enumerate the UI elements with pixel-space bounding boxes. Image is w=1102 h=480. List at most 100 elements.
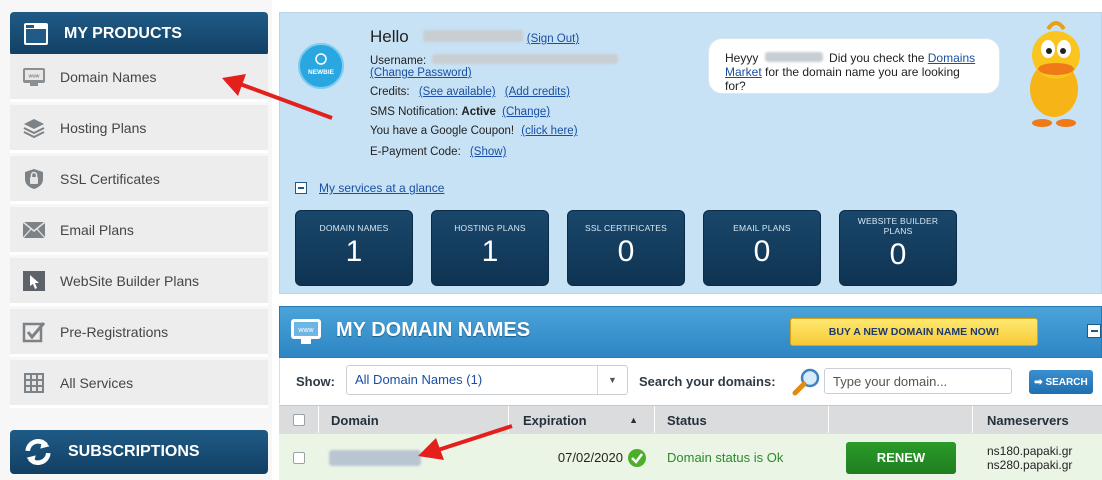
see-available-link[interactable]: (See available)	[419, 86, 496, 98]
cursor-icon	[23, 270, 45, 291]
coupon-link[interactable]: (click here)	[521, 125, 577, 137]
expiration-date: 07/02/2020	[557, 450, 623, 465]
sms-line: SMS Notification: Active (Change)	[370, 106, 550, 118]
sidebar-item-domain-names[interactable]: www Domain Names	[10, 54, 268, 102]
collapse-icon	[295, 182, 307, 194]
subscriptions-title: SUBSCRIPTIONS	[68, 443, 200, 460]
tile-domain-names[interactable]: DOMAIN NAMES 1	[295, 210, 413, 286]
select-all-cell	[279, 406, 319, 434]
search-icon	[792, 368, 820, 396]
sidebar-item-email-plans[interactable]: Email Plans	[10, 207, 268, 255]
bubble-text-1: Did you check the	[829, 51, 925, 65]
search-domain-input[interactable]	[824, 368, 1012, 394]
sms-status: Active	[461, 106, 496, 118]
sidebar-item-label: Pre-Registrations	[60, 323, 169, 340]
buy-domain-button[interactable]: BUY A NEW DOMAIN NAME NOW!	[790, 318, 1038, 346]
column-domain[interactable]: Domain	[319, 406, 509, 434]
collapse-section-icon[interactable]	[1087, 324, 1101, 338]
username-label: Username:	[370, 55, 427, 67]
sms-change-link[interactable]: (Change)	[502, 106, 550, 118]
tile-count: 1	[481, 235, 499, 268]
grid-icon	[24, 372, 44, 393]
sidebar-item-label: Email Plans	[60, 221, 134, 238]
domain-filter-bar: Show: All Domain Names (1) ▼ Search your…	[279, 358, 1102, 404]
show-filter-value: All Domain Names (1)	[355, 372, 483, 387]
redacted-name	[422, 30, 523, 42]
tile-label: HOSTING PLANS	[454, 223, 526, 233]
folder-icon	[24, 23, 48, 45]
tile-count: 0	[753, 235, 771, 268]
domain-names-header: www MY DOMAIN NAMES BUY A NEW DOMAIN NAM…	[279, 306, 1102, 358]
sidebar-item-label: WebSite Builder Plans	[60, 272, 200, 289]
sms-label: SMS Notification:	[370, 106, 459, 118]
select-all-checkbox[interactable]	[292, 414, 305, 426]
domain-names-title: MY DOMAIN NAMES	[336, 319, 531, 341]
nameserver-1: ns180.papaki.gr	[987, 443, 1073, 458]
search-button[interactable]: ➡ SEARCH	[1029, 370, 1093, 394]
domain-table-header: Domain Expiration ▲ Status Nameservers	[279, 405, 1102, 434]
row-checkbox[interactable]	[293, 451, 305, 464]
coupon-text: You have a Google Coupon!	[370, 125, 515, 137]
search-label: Search your domains:	[639, 374, 776, 389]
username-line: Username: (Change Password)	[370, 54, 660, 79]
mascot-speech-bubble: Heyyy Did you check the Domains Market f…	[708, 38, 1000, 94]
newbie-badge-icon	[298, 43, 344, 89]
tile-label: EMAIL PLANS	[733, 223, 791, 233]
sidebar-item-label: SSL Certificates	[60, 170, 160, 187]
chevron-down-icon: ▼	[597, 366, 627, 394]
check-circle-icon	[628, 448, 646, 467]
svg-text:www: www	[29, 73, 40, 79]
services-glance-toggle[interactable]: My services at a glance	[295, 181, 444, 195]
hello-text: Hello	[370, 27, 409, 46]
change-password-link[interactable]: (Change Password)	[370, 67, 472, 79]
tile-email-plans[interactable]: EMAIL PLANS 0	[703, 210, 821, 286]
redacted-bubble-name	[764, 52, 823, 62]
epayment-label: E-Payment Code:	[370, 146, 461, 158]
services-glance-link[interactable]: My services at a glance	[319, 181, 444, 195]
column-nameservers[interactable]: Nameservers	[973, 406, 1102, 434]
show-filter-select[interactable]: All Domain Names (1) ▼	[346, 365, 628, 395]
sidebar-item-website-builder-plans[interactable]: WebSite Builder Plans	[10, 258, 268, 306]
greeting: Hello (Sign Out)	[370, 27, 579, 47]
sidebar-item-label: Hosting Plans	[60, 119, 147, 136]
duck-mascot-icon	[1030, 21, 1080, 127]
credits-line: Credits: (See available) (Add credits)	[370, 86, 570, 98]
column-action	[829, 406, 973, 434]
layers-icon	[23, 118, 45, 138]
redacted-domain-link[interactable]	[329, 449, 421, 466]
nameservers-cell: ns180.papaki.gr ns280.papaki.gr	[973, 434, 1102, 480]
account-panel: NEWBIE Hello (Sign Out) Username: (Chang…	[279, 12, 1102, 294]
tile-website-builder-plans[interactable]: WEBSITE BUILDER PLANS 0	[839, 210, 957, 286]
subscriptions-header[interactable]: SUBSCRIPTIONS	[10, 430, 268, 474]
envelope-icon	[22, 220, 46, 238]
refresh-icon	[25, 439, 51, 465]
status-cell: Domain status is Ok	[667, 450, 784, 465]
sidebar-item-label: Domain Names	[60, 68, 157, 85]
sidebar-item-ssl-certificates[interactable]: SSL Certificates	[10, 156, 268, 204]
monitor-icon: www	[23, 67, 45, 86]
renew-button[interactable]: RENEW	[846, 441, 956, 474]
coupon-line: You have a Google Coupon! (click here)	[370, 125, 578, 137]
redacted-username	[432, 54, 619, 64]
column-expiration-label: Expiration	[523, 412, 587, 428]
sidebar-item-hosting-plans[interactable]: Hosting Plans	[10, 105, 268, 153]
column-status[interactable]: Status	[655, 406, 829, 434]
column-expiration[interactable]: Expiration ▲	[509, 406, 655, 434]
my-products-header[interactable]: MY PRODUCTS	[10, 12, 268, 56]
my-products-title: MY PRODUCTS	[64, 25, 182, 42]
newbie-badge: NEWBIE	[298, 43, 344, 89]
tile-hosting-plans[interactable]: HOSTING PLANS 1	[431, 210, 549, 286]
sign-out-link[interactable]: (Sign Out)	[527, 33, 579, 45]
row-select-cell	[279, 434, 319, 480]
epayment-show-link[interactable]: (Show)	[470, 146, 506, 158]
bubble-greeting: Heyyy	[725, 51, 759, 65]
sidebar: MY PRODUCTS www Domain Names Hosting Pla…	[0, 0, 272, 480]
newbie-badge-text: NEWBIE	[308, 69, 334, 76]
credits-label: Credits:	[370, 86, 410, 98]
sidebar-item-all-services[interactable]: All Services	[10, 360, 268, 408]
tile-ssl-certificates[interactable]: SSL CERTIFICATES 0	[567, 210, 685, 286]
add-credits-link[interactable]: (Add credits)	[505, 86, 570, 98]
tile-count: 0	[617, 235, 635, 268]
sidebar-item-pre-registrations[interactable]: Pre-Registrations	[10, 309, 268, 357]
sort-ascending-icon: ▲	[629, 415, 638, 425]
